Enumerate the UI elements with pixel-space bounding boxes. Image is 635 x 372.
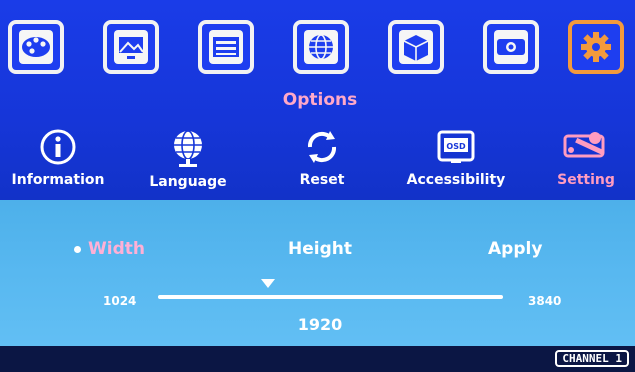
- main-toolbar: [8, 20, 630, 80]
- channel-badge: CHANNEL 1: [555, 350, 629, 367]
- submenu: Information Language Reset OSD Accessibi…: [0, 128, 635, 200]
- projector-icon[interactable]: [483, 20, 539, 74]
- status-bar: CHANNEL 1: [0, 346, 635, 372]
- palette-icon[interactable]: [8, 20, 64, 74]
- gear-icon[interactable]: [568, 20, 624, 74]
- submenu-label-language: Language: [149, 174, 227, 190]
- tab-height[interactable]: Height: [288, 239, 352, 259]
- submenu-label-accessibility: Accessibility: [406, 172, 506, 188]
- page-title: Options: [282, 90, 358, 110]
- width-slider-thumb[interactable]: [260, 279, 275, 288]
- setting-tools-icon: [563, 132, 605, 158]
- tab-apply[interactable]: Apply: [488, 239, 542, 259]
- menu-header-area: Options Information Language Reset OSD A…: [0, 0, 635, 200]
- 3d-box-icon[interactable]: [388, 20, 444, 74]
- info-icon: [40, 129, 76, 165]
- submenu-label-setting: Setting: [557, 172, 615, 188]
- osd-menu: Options Information Language Reset OSD A…: [0, 0, 635, 372]
- submenu-item-setting[interactable]: Setting: [526, 128, 635, 188]
- selected-bullet: [74, 246, 81, 253]
- submenu-item-language[interactable]: Language: [128, 128, 248, 190]
- submenu-label-information: Information: [11, 172, 105, 188]
- submenu-label-reset: Reset: [299, 172, 345, 188]
- submenu-item-accessibility[interactable]: OSD Accessibility: [396, 128, 516, 188]
- submenu-item-reset[interactable]: Reset: [262, 128, 382, 188]
- reset-icon: [307, 131, 337, 163]
- tab-width[interactable]: Width: [88, 239, 145, 259]
- width-slider-track[interactable]: [158, 295, 503, 299]
- globe-icon: [174, 130, 202, 167]
- slider-min-label: 1024: [103, 294, 137, 308]
- picture-icon[interactable]: [103, 20, 159, 74]
- svg-text:OSD: OSD: [446, 142, 466, 151]
- slider-max-label: 3840: [528, 294, 562, 308]
- slider-value: 1920: [297, 315, 343, 334]
- audio-mixer-icon[interactable]: [198, 20, 254, 74]
- setting-panel: Width Height Apply 1024 3840 1920: [0, 200, 635, 346]
- submenu-item-information[interactable]: Information: [0, 128, 118, 188]
- osd-icon: OSD: [437, 130, 475, 163]
- globe-icon[interactable]: [293, 20, 349, 74]
